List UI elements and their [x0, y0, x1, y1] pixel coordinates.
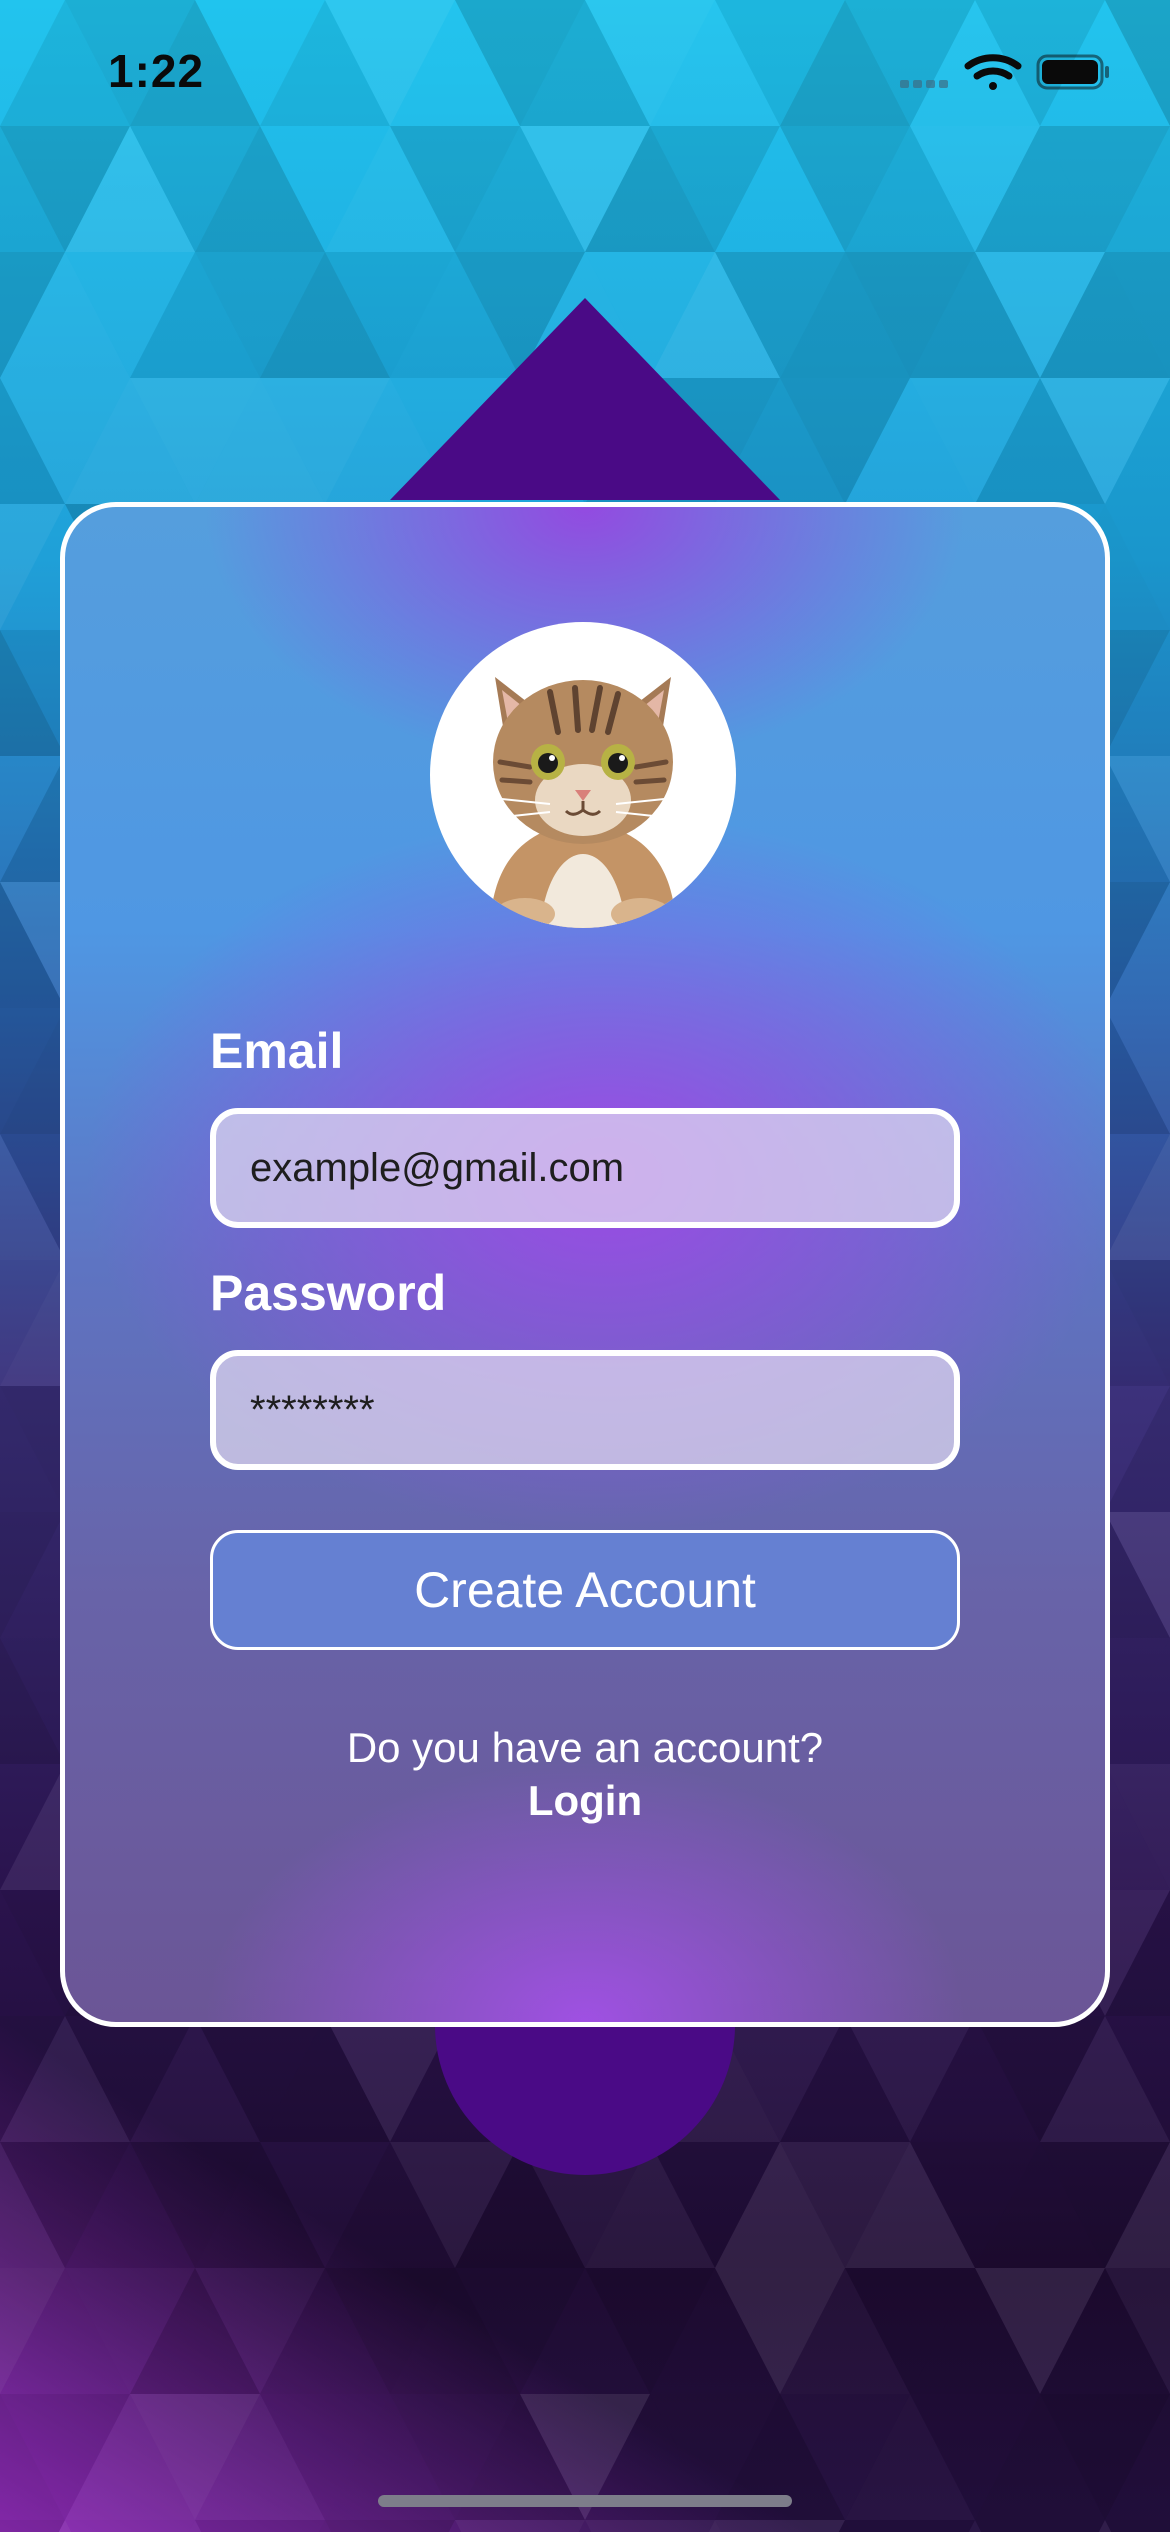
avatar[interactable] — [430, 622, 736, 928]
email-value: example@gmail.com — [250, 1145, 625, 1190]
battery-icon — [1036, 54, 1109, 90]
password-value: ******** — [250, 1387, 375, 1432]
screen: 1:22 Email example@gmail.com Password **… — [0, 0, 1170, 2532]
status-time: 1:22 — [108, 45, 205, 97]
create-account-button[interactable]: Create Account — [210, 1530, 960, 1650]
cat-photo-icon — [490, 677, 676, 928]
signal-icon — [900, 80, 948, 88]
wifi-icon — [964, 54, 1022, 90]
account-question: Do you have an account? — [346, 1724, 824, 1771]
password-field[interactable]: ******** — [210, 1350, 960, 1470]
login-link[interactable]: Login — [0, 1777, 1170, 1825]
home-indicator[interactable] — [378, 2495, 792, 2507]
email-label: Email — [210, 1023, 344, 1079]
email-field[interactable]: example@gmail.com — [210, 1108, 960, 1228]
status-icons — [900, 54, 1109, 90]
password-label: Password — [210, 1265, 447, 1321]
